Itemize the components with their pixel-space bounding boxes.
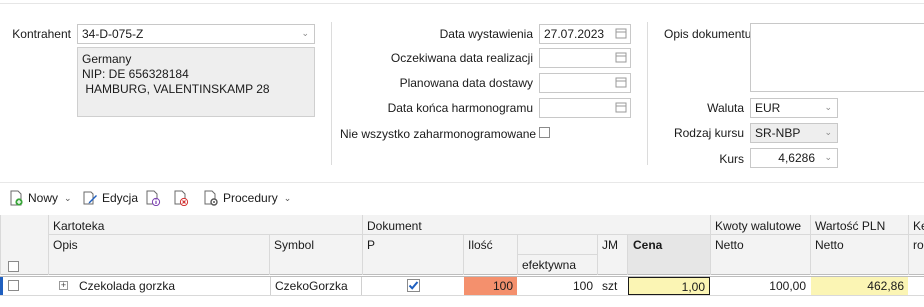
- column-divider: [908, 215, 909, 275]
- column-divider: [810, 215, 811, 275]
- column-divider: [48, 215, 49, 275]
- edycja-button[interactable]: Edycja: [82, 189, 138, 207]
- kontrahent-address-box: Germany NIP: DE 656328184 HAMBURG, VALEN…: [77, 47, 315, 117]
- rodzaj-kursu-label: Rodzaj kursu: [673, 126, 744, 140]
- data-wystawienia-field[interactable]: 27.07.2023: [539, 24, 631, 44]
- nowy-label: Nowy: [28, 191, 59, 205]
- row-p-cell[interactable]: [363, 277, 463, 295]
- document-info-icon: [146, 190, 161, 206]
- row-opis[interactable]: Czekolada gorzka: [75, 277, 269, 295]
- column-divider: [597, 235, 598, 275]
- new-document-icon: [10, 190, 23, 206]
- header-divider: [517, 254, 597, 255]
- checkbox-checked-icon[interactable]: [406, 279, 420, 292]
- rodzaj-kursu-value: SR-NBP: [755, 126, 801, 140]
- row-efektywna[interactable]: 100: [518, 277, 597, 295]
- column-divider: [269, 235, 270, 275]
- chevron-down-icon: ⌄: [283, 192, 292, 203]
- rodzaj-kursu-select[interactable]: SR-NBP ⌄: [750, 123, 838, 143]
- kurs-value: 4,6286: [778, 151, 815, 165]
- calendar-icon[interactable]: [615, 51, 627, 63]
- row-checkbox[interactable]: [8, 280, 19, 291]
- select-all-checkbox[interactable]: [8, 261, 19, 272]
- group-dokument: Dokument: [367, 219, 422, 233]
- column-divider: [710, 215, 711, 275]
- column-divider: [0, 215, 1, 275]
- address-street: HAMBURG, VALENTINSKAMP 28: [82, 82, 270, 96]
- group-kwoty-walutowe: Kwoty walutowe: [715, 219, 802, 233]
- delete-button[interactable]: [173, 189, 189, 207]
- form-bottom-border: [0, 182, 924, 183]
- document-delete-icon: [174, 190, 189, 206]
- row-netto-pln[interactable]: 462,86: [811, 277, 908, 295]
- column-header-ilosc[interactable]: Ilość: [468, 238, 493, 252]
- oczekiwana-data-label: Oczekiwana data realizacji: [390, 51, 533, 65]
- koniec-harmonogramu-label: Data końca harmonogramu: [387, 101, 533, 115]
- row-cena[interactable]: 1,00: [628, 277, 710, 295]
- waluta-select[interactable]: EUR ⌄: [750, 98, 838, 118]
- chevron-down-icon: ⌄: [824, 127, 832, 137]
- niezaharmonogramowane-label: Nie wszystko zaharmonogramowane: [340, 127, 537, 141]
- procedury-label: Procedury: [223, 191, 278, 205]
- opis-dokumentu-label: Opis dokumentu: [664, 27, 752, 41]
- column-header-p[interactable]: P: [367, 238, 375, 252]
- address-country: Germany: [82, 52, 132, 66]
- data-wystawienia-label: Data wystawienia: [439, 27, 533, 41]
- row-jm[interactable]: szt: [598, 277, 627, 295]
- calendar-icon[interactable]: [615, 101, 627, 113]
- row-selection-indicator: [0, 277, 3, 295]
- section-divider: [647, 22, 648, 165]
- column-header-efektywna[interactable]: efektywna: [522, 258, 576, 272]
- column-header-netto-walutowe[interactable]: Netto: [715, 238, 744, 252]
- column-divider: [517, 235, 518, 275]
- chevron-down-icon: ⌄: [301, 28, 309, 38]
- planowana-data-label: Planowana data dostawy: [399, 76, 533, 90]
- column-header-symbol[interactable]: Symbol: [274, 238, 314, 252]
- kontrahent-label: Kontrahent: [12, 27, 71, 41]
- niezaharmonogramowane-checkbox[interactable]: [539, 127, 550, 138]
- column-header-ro[interactable]: ro: [913, 238, 924, 252]
- calendar-icon[interactable]: [615, 27, 627, 39]
- header-divider: [48, 234, 924, 235]
- edit-icon: [83, 191, 97, 205]
- nowy-button[interactable]: Nowy ⌄: [8, 189, 72, 207]
- koniec-harmonogramu-field[interactable]: [539, 98, 631, 118]
- data-wystawienia-value: 27.07.2023: [544, 27, 605, 41]
- waluta-label: Waluta: [707, 101, 744, 115]
- chevron-down-icon: ⌄: [824, 152, 832, 162]
- row-netto-walutowe[interactable]: 100,00: [711, 277, 810, 295]
- column-header-cena[interactable]: Cena: [633, 238, 662, 252]
- info-button[interactable]: [145, 189, 161, 207]
- kurs-label: Kurs: [719, 152, 744, 166]
- edycja-label: Edycja: [102, 191, 139, 205]
- procedury-button[interactable]: Procedury ⌄: [203, 189, 291, 207]
- waluta-value: EUR: [755, 101, 781, 115]
- row-ilosc[interactable]: 100: [464, 277, 517, 295]
- header-bottom-border: [0, 274, 924, 275]
- procedures-icon: [204, 190, 218, 206]
- kontrahent-select[interactable]: 34-D-075-Z ⌄: [77, 24, 315, 44]
- column-header-netto-pln[interactable]: Netto: [815, 238, 844, 252]
- group-wartosc-pln: Wartość PLN: [815, 219, 886, 233]
- opis-dokumentu-textarea[interactable]: [750, 23, 924, 92]
- column-header-jm[interactable]: JM: [602, 238, 618, 252]
- group-ke: Ke: [913, 219, 924, 233]
- planowana-data-field[interactable]: [539, 73, 631, 93]
- calendar-icon[interactable]: [615, 76, 627, 88]
- group-kartoteka: Kartoteka: [53, 219, 105, 233]
- row-symbol[interactable]: CzekoGorzka: [270, 277, 362, 295]
- kontrahent-value: 34-D-075-Z: [82, 27, 144, 41]
- section-divider: [331, 22, 332, 165]
- top-border: [0, 3, 924, 4]
- expand-icon[interactable]: +: [59, 281, 68, 290]
- kurs-field[interactable]: 4,6286 ⌄: [750, 148, 838, 168]
- column-divider: [362, 215, 363, 275]
- column-header-opis[interactable]: Opis: [53, 238, 78, 252]
- chevron-down-icon: ⌄: [64, 192, 72, 203]
- column-divider: [463, 235, 464, 275]
- address-nip: NIP: DE 656328184: [82, 67, 189, 81]
- chevron-down-icon: ⌄: [824, 102, 832, 112]
- oczekiwana-data-field[interactable]: [539, 48, 631, 68]
